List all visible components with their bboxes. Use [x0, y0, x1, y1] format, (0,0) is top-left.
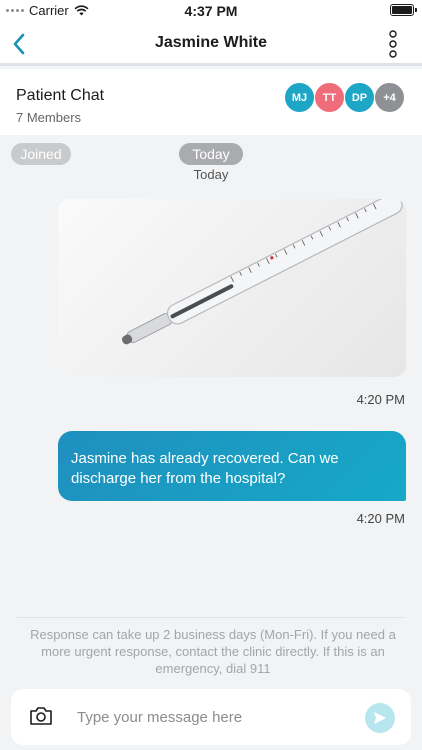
avatar: TT — [314, 82, 345, 113]
message-timestamp: 4:20 PM — [356, 392, 405, 407]
send-icon — [374, 712, 386, 724]
response-time-notice: Response can take up 2 business days (Mo… — [30, 627, 396, 676]
image-message[interactable] — [58, 199, 406, 377]
more-members-avatar: +4 — [374, 82, 405, 113]
member-avatars[interactable]: MJ TT DP +4 — [284, 82, 405, 113]
date-subtitle: Today — [193, 167, 229, 182]
send-button[interactable] — [365, 703, 395, 733]
status-time: 4:37 PM — [184, 3, 238, 19]
chat-name: Patient Chat — [16, 87, 105, 104]
message-composer — [11, 689, 411, 745]
conversation-title: Jasmine White — [154, 34, 268, 51]
chat-info-header[interactable]: Patient Chat 7 Members MJ TT DP +4 — [0, 69, 422, 135]
avatar: MJ — [284, 82, 315, 113]
date-separator: Today — [179, 143, 243, 165]
message-input[interactable] — [77, 699, 357, 735]
battery-icon — [390, 4, 417, 16]
divider — [17, 617, 405, 618]
message-timestamp: 4:20 PM — [356, 511, 405, 526]
navigation-bar: Jasmine White — [0, 22, 422, 66]
more-vertical-icon[interactable] — [388, 30, 398, 58]
avatar: DP — [344, 82, 375, 113]
thermometer-photo — [121, 199, 403, 345]
joined-badge: Joined — [11, 143, 71, 165]
outgoing-message-bubble[interactable]: Jasmine has already recovered. Can we di… — [58, 431, 406, 501]
member-count: 7 Members — [16, 110, 82, 125]
status-bar: Carrier 4:37 PM — [0, 0, 422, 22]
camera-icon[interactable] — [29, 706, 53, 726]
